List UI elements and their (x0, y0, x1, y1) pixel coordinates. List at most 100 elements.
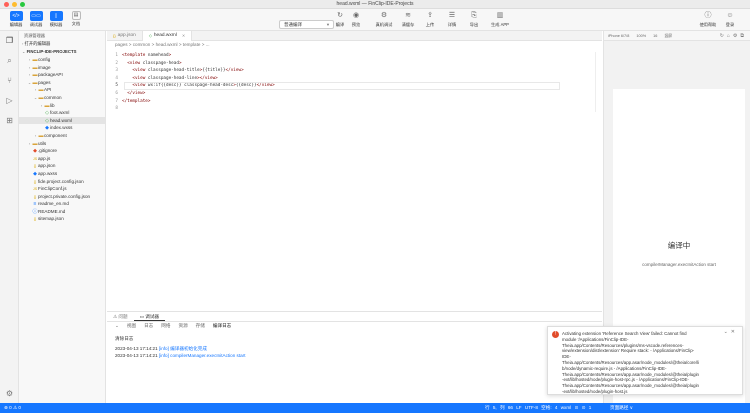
code-line[interactable]: 5 <view wx:if{{desc}} classpage-head-des… (107, 82, 602, 90)
tree-item-.gitignore[interactable]: ◆.gitignore (19, 147, 105, 155)
上传-button[interactable]: ⇪ 上传 (420, 11, 440, 28)
open-editors-section[interactable]: › 打开的编辑器 (19, 40, 105, 48)
code-line[interactable]: 6 </view> (107, 90, 602, 98)
清缓存-button[interactable]: ≋ 清缓存 (398, 11, 418, 28)
生成 APP-button[interactable]: ▥ 生成 APP (490, 11, 510, 28)
tree-item-pages[interactable]: ⌄▬pages (19, 79, 105, 87)
device-select[interactable]: iPhone 6/7/8 (608, 34, 629, 38)
simulator-toolbar: iPhone 6/7/8 100% 16 竖屏 ↻⌂⚙⧉ (604, 31, 750, 41)
tree-item-fide.project.config.json[interactable]: {} fide.project.config.json (19, 178, 105, 186)
panel-menu-icon[interactable]: ⌄ (115, 322, 119, 330)
project-section[interactable]: ⌄ FINCLIP-IDE-PROJECTS (19, 48, 105, 56)
tree-item-foot.wxml[interactable]: ◇foot.wxml (19, 109, 105, 117)
使用帮助-button[interactable]: ⓘ 使用帮助 (698, 11, 718, 28)
clear-log-button[interactable]: 清除日志 (115, 335, 602, 342)
文档-button[interactable]: ▤ 文档 (66, 11, 86, 27)
tree-item-packageAPI[interactable]: › ▬packageAPI (19, 71, 105, 79)
chevron-down-icon[interactable]: ⌄ (724, 329, 731, 335)
预览-button[interactable]: ◉ 预览 (346, 11, 366, 28)
window-controls (4, 2, 25, 7)
tree-item-label: packageAPI (38, 72, 63, 78)
editor-area: {} app.json ◇ head.wxml ✕ pages > common > h… (107, 31, 602, 311)
toolbar-label: 清缓存 (401, 22, 415, 27)
subtab-4[interactable]: 存储 (196, 322, 205, 330)
toolbar-label: 上传 (425, 22, 435, 27)
code-line[interactable]: 7 </template> (107, 98, 602, 106)
panel-tab-0[interactable]: ⚠ 问题 (107, 312, 134, 321)
popout-icon[interactable]: ⧉ (740, 33, 747, 39)
subtab-3[interactable]: 资源 (178, 322, 187, 330)
wxml-file-icon: {} (113, 33, 116, 38)
orientation-select[interactable]: 竖屏 (664, 34, 672, 38)
debug-icon[interactable]: ▷ (4, 95, 15, 106)
code-text: </view> (127, 90, 146, 96)
error-icon: ! (552, 331, 559, 338)
code-line[interactable]: 4 <view classpage-head-line></view> (107, 75, 602, 83)
settings-gear-icon[interactable]: ⚙ (4, 388, 15, 399)
code-line[interactable]: 8 (107, 105, 602, 113)
tree-item-common[interactable]: ⌄▬common (19, 94, 105, 102)
toolbar-label: 文档 (71, 21, 81, 26)
模拟器-button[interactable]: ▯ 模拟器 (46, 11, 66, 28)
panel-tab-1[interactable]: ▭ 调试器 (133, 312, 166, 321)
minimize-window-button[interactable] (12, 2, 17, 7)
code-editor[interactable]: 1 <template namehead> 2 <view classpage-he… (107, 52, 602, 113)
tab-head.wxml[interactable]: ◇ head.wxml ✕ (142, 31, 193, 41)
close-tab-icon[interactable]: ✕ (182, 31, 185, 41)
详情-button[interactable]: ☰ 详情 (442, 11, 462, 28)
compile-mode-select[interactable]: 普通编译 ▼ (279, 20, 334, 29)
登录-button[interactable]: ☺ 登录 (720, 11, 740, 28)
tree-item-label: FinClipConf.js (38, 186, 67, 192)
breadcrumb[interactable]: pages > common > head.wxml > template > … (107, 41, 602, 49)
notification-line: -ext/lib/hosted/node/plugin-host.js (562, 388, 628, 394)
code-line[interactable]: 1 <template namehead> (107, 52, 602, 60)
tree-item-project.private.config.json[interactable]: {} project.private.config.json (19, 193, 105, 201)
zoom-window-button[interactable] (20, 2, 25, 7)
chevron-right-icon: › (22, 41, 24, 46)
close-window-button[interactable] (4, 2, 9, 7)
tree-item-config[interactable]: › ▬config (19, 56, 105, 64)
tree-item-lib[interactable]: › ▬lib (19, 102, 105, 110)
close-icon[interactable]: ✕ (731, 329, 738, 335)
code-line[interactable]: 3 <view classpage-head-title>{{title}}</… (107, 67, 602, 75)
编辑器-button[interactable]: </> 编辑器 (6, 11, 26, 28)
files-icon[interactable]: ❐ (4, 35, 15, 46)
line-number: 5 (115, 83, 118, 89)
editor-status[interactable]: 行 5, 列 66 LF UTF-8 空格: 4 wxml ⊙ ⊙ 1 (485, 403, 591, 413)
scale-select[interactable]: 16 (653, 34, 657, 38)
page-path-select[interactable]: 页面路径 ∨ (610, 403, 633, 413)
tree-item-image[interactable]: › ▬image (19, 64, 105, 72)
toolbar-icon: ☺ (726, 12, 734, 19)
subtab-1[interactable]: 日志 (144, 322, 153, 330)
tree-item-utils[interactable]: › ▬utils (19, 140, 105, 148)
code-line[interactable]: 2 <view classpage-head> (107, 60, 602, 68)
tab-app.json[interactable]: {} app.json (107, 31, 143, 41)
tree-item-app.js[interactable]: JSapp.js (19, 155, 105, 163)
subtab-5[interactable]: 编译日志 (213, 322, 231, 330)
tree-item-FinClipConf.js[interactable]: JSFinClipConf.js (19, 185, 105, 193)
minimap[interactable] (595, 52, 601, 112)
compile-mode-value: 普通编译 (284, 22, 302, 27)
problems-count[interactable]: ⊗ 0 ⚠ 0 (4, 403, 21, 413)
真机调试-button[interactable]: ⚙ 真机调试 (374, 11, 394, 28)
tree-item-component[interactable]: › ▬component (19, 132, 105, 140)
导出-button[interactable]: ⎘ 导出 (464, 11, 484, 28)
tree-item-head.wxml[interactable]: ◇head.wxml (19, 116, 105, 125)
zoom-select[interactable]: 100% (636, 34, 646, 38)
subtab-2[interactable]: 网络 (161, 322, 170, 330)
search-icon[interactable]: ⌕ (4, 55, 15, 66)
tree-item-readme_en.md[interactable]: ≡ readme_en.md (19, 200, 105, 208)
subtab-0[interactable]: 视图 (127, 322, 136, 330)
调试器-button[interactable]: ▭▭ 调试器 (26, 11, 46, 28)
refresh-icon[interactable]: ↻ (720, 33, 727, 39)
tree-item-app.json[interactable]: {} app.json (19, 162, 105, 170)
tree-item-index.wxss[interactable]: ◆index.wxss (19, 124, 105, 132)
source-control-icon[interactable]: ⑂ (4, 75, 15, 86)
tree-item-app.wxss[interactable]: ◆app.wxss (19, 170, 105, 178)
tree-item-API[interactable]: › ▬API (19, 86, 105, 94)
extensions-icon[interactable]: ⊞ (4, 115, 15, 126)
panel-tab-label: 调试器 (145, 314, 160, 319)
tree-item-README.md[interactable]: ⓘREADME.md (19, 208, 105, 216)
tree-item-sitemap.json[interactable]: {} sitemap.json (19, 215, 105, 223)
tree-item-label: pages (38, 79, 51, 85)
